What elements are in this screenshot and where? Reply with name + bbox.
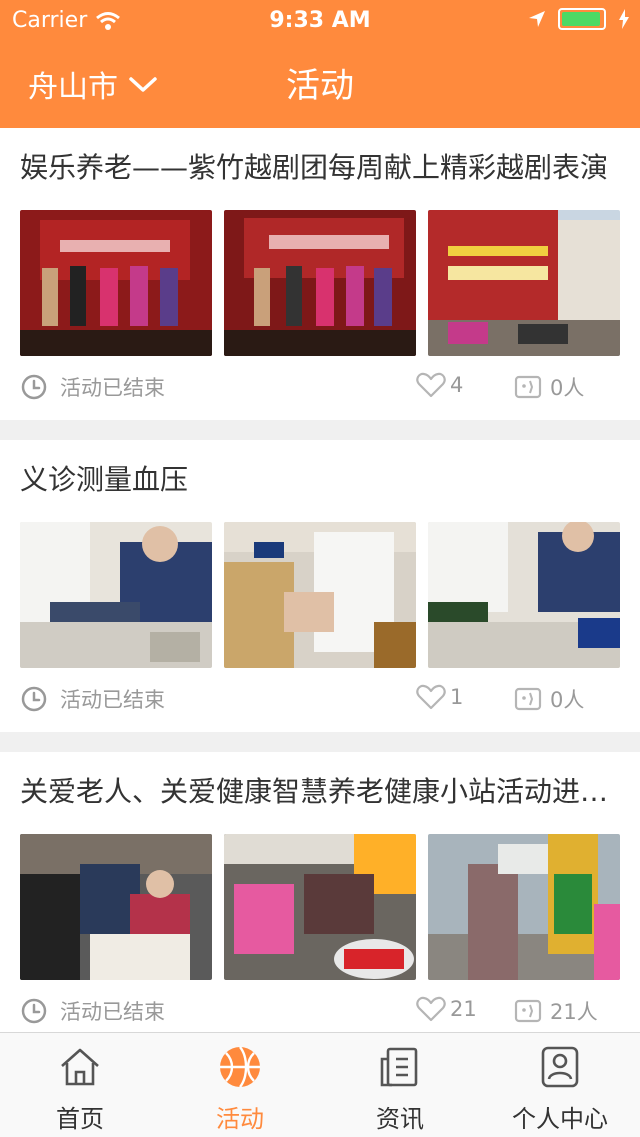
clock-icon: [21, 374, 47, 400]
tab-label: 首页: [56, 1105, 104, 1133]
activity-list[interactable]: 娱乐养老——紫竹越剧团每周献上精彩越剧表演 活动已结束 4 0人 义诊测量血压 …: [0, 128, 640, 1032]
location-arrow-icon: [529, 11, 545, 27]
profile-icon: [541, 1046, 579, 1088]
activity-status-text: 活动已结束: [60, 688, 165, 712]
basketball-icon: [220, 1046, 260, 1088]
activity-status: 活动已结束: [20, 996, 165, 1026]
tab-label: 资讯: [376, 1105, 424, 1133]
activity-card[interactable]: 娱乐养老——紫竹越剧团每周献上精彩越剧表演 活动已结束 4 0人: [0, 128, 640, 420]
activity-photos: [20, 210, 620, 356]
activity-photo[interactable]: [224, 210, 416, 356]
page-title: 活动: [286, 66, 354, 106]
participant-count: 0人: [550, 688, 585, 712]
activity-photo[interactable]: [428, 210, 620, 356]
app-header: Carrier 9:33 AM 舟山市 活动: [0, 0, 640, 128]
activity-title: 娱乐养老——紫竹越剧团每周献上精彩越剧表演: [20, 151, 609, 184]
heart-icon: [416, 372, 446, 398]
activity-photos: [20, 834, 620, 980]
home-icon: [61, 1048, 99, 1086]
clock-icon: [21, 998, 47, 1024]
comment-icon: [514, 999, 542, 1023]
activity-photo[interactable]: [224, 834, 416, 980]
activity-meta: 活动已结束 4 0人: [20, 372, 620, 404]
clock-icon: [21, 686, 47, 712]
activity-photo[interactable]: [20, 522, 212, 668]
battery-icon: [558, 8, 606, 30]
like-count: 21: [450, 997, 477, 1021]
activity-photo[interactable]: [20, 834, 212, 980]
activity-title: 义诊测量血压: [20, 463, 189, 496]
like-count: 4: [450, 373, 464, 397]
comment-icon: [514, 687, 542, 711]
tab-label: 个人中心: [512, 1105, 608, 1133]
activity-meta: 活动已结束 1 0人: [20, 684, 620, 716]
activity-photo[interactable]: [224, 522, 416, 668]
activity-photo[interactable]: [428, 834, 620, 980]
nav-bar: 舟山市 活动: [0, 40, 640, 128]
participants: 0人: [514, 684, 584, 714]
like-button[interactable]: 21: [416, 996, 477, 1022]
activity-photo[interactable]: [428, 522, 620, 668]
tab-activity[interactable]: 活动: [160, 1033, 320, 1137]
activity-meta: 活动已结束 21 21人: [20, 996, 620, 1028]
tab-news[interactable]: 资讯: [320, 1033, 480, 1137]
comment-icon: [514, 375, 542, 399]
charging-bolt-icon: [619, 9, 629, 29]
activity-card[interactable]: 义诊测量血压 活动已结束 1 0人: [0, 440, 640, 732]
activity-photos: [20, 522, 620, 668]
tab-label: 活动: [216, 1105, 264, 1133]
like-button[interactable]: 1: [416, 684, 463, 710]
activity-status: 活动已结束: [20, 372, 165, 402]
news-icon: [380, 1047, 418, 1087]
participant-count: 0人: [550, 376, 585, 400]
activity-card[interactable]: 关爱老人、关爱健康智慧养老健康小站活动进社区 活动已结束 21 21人: [0, 752, 640, 1032]
participants: 0人: [514, 372, 584, 402]
status-right-group: [528, 8, 630, 30]
participants: 21人: [514, 996, 598, 1026]
activity-status-text: 活动已结束: [60, 376, 165, 400]
like-count: 1: [450, 685, 464, 709]
heart-icon: [416, 684, 446, 710]
activity-status-text: 活动已结束: [60, 1000, 165, 1024]
activity-title: 关爱老人、关爱健康智慧养老健康小站活动进社区: [20, 775, 620, 808]
participant-count: 21人: [550, 1000, 598, 1024]
activity-status: 活动已结束: [20, 684, 165, 714]
tab-profile[interactable]: 个人中心: [480, 1033, 640, 1137]
heart-icon: [416, 996, 446, 1022]
activity-photo[interactable]: [20, 210, 212, 356]
tab-bar: 首页 活动 资讯 个人中心: [0, 1032, 640, 1137]
status-bar: Carrier 9:33 AM: [0, 0, 640, 40]
like-button[interactable]: 4: [416, 372, 463, 398]
tab-home[interactable]: 首页: [0, 1033, 160, 1137]
